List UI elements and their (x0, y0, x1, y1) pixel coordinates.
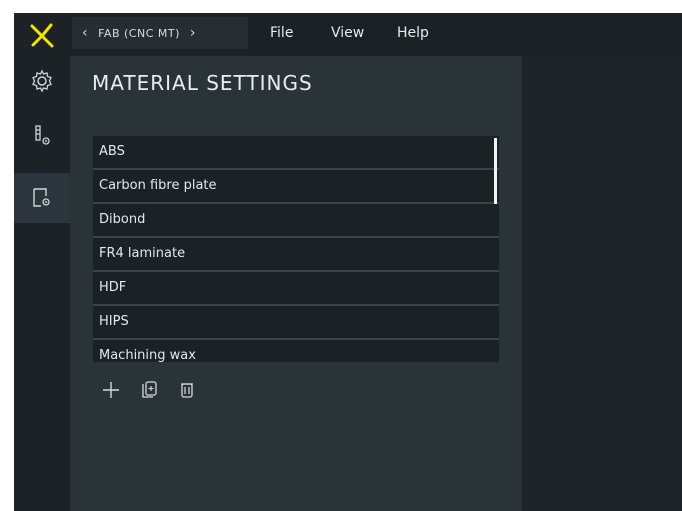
left-rail (14, 13, 70, 511)
menu-bar: ‹ FAB (CNC MT) › File View Help (70, 13, 682, 56)
page-title: MATERIAL SETTINGS (92, 71, 313, 95)
list-scrollbar[interactable] (494, 138, 497, 204)
list-item[interactable]: FR4 laminate (93, 238, 499, 272)
gear-icon[interactable] (14, 56, 70, 106)
machine-settings-icon[interactable] (14, 111, 70, 161)
list-item[interactable]: HIPS (93, 306, 499, 340)
x-logo-icon[interactable] (14, 13, 70, 56)
chevron-left-icon[interactable]: ‹ (72, 25, 98, 41)
material-list[interactable]: ABS Carbon fibre plate Dibond FR4 lamina… (93, 136, 499, 362)
chevron-right-icon[interactable]: › (180, 25, 206, 41)
breadcrumb[interactable]: ‹ FAB (CNC MT) › (72, 17, 248, 49)
list-item[interactable]: Carbon fibre plate (93, 170, 499, 204)
list-item[interactable]: HDF (93, 272, 499, 306)
list-item[interactable]: ABS (93, 136, 499, 170)
app-window: ‹ FAB (CNC MT) › File View Help MATERIAL… (14, 13, 682, 511)
plus-icon[interactable] (95, 374, 127, 406)
material-settings-panel: MATERIAL SETTINGS ABS Carbon fibre plate… (70, 56, 522, 511)
list-item[interactable]: Dibond (93, 204, 499, 238)
menu-help[interactable]: Help (397, 25, 429, 41)
duplicate-icon[interactable] (133, 374, 165, 406)
menu-file[interactable]: File (270, 25, 293, 41)
trash-icon[interactable] (171, 374, 203, 406)
list-toolbar (95, 374, 203, 406)
breadcrumb-label[interactable]: FAB (CNC MT) (98, 27, 180, 40)
preview-area (522, 56, 682, 511)
list-item[interactable]: Machining wax (93, 340, 499, 362)
material-settings-icon[interactable] (14, 173, 70, 223)
menu-view[interactable]: View (331, 25, 364, 41)
